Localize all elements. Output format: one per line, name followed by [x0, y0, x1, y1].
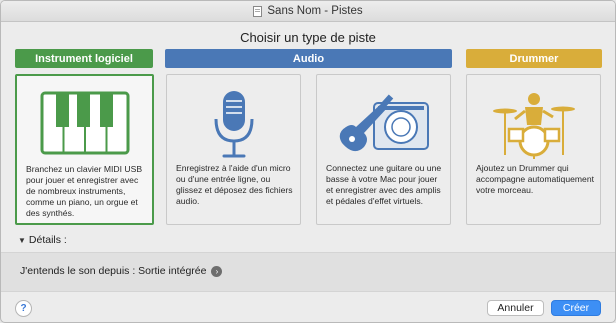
card-audio-guitar-text: Connectez une guitare ou une basse à vot… [326, 163, 442, 206]
category-drummer-label: Drummer [466, 49, 602, 68]
sound-output-panel: J'entends le son depuis : Sortie intégré… [1, 252, 615, 292]
category-instrument-label: Instrument logiciel [15, 49, 153, 68]
guitar-amp-icon [339, 94, 429, 152]
create-button[interactable]: Créer [551, 300, 601, 316]
card-audio-guitar[interactable]: Connectez une guitare ou une basse à vot… [316, 74, 451, 225]
arrow-right-circle-icon[interactable]: › [211, 265, 223, 277]
card-drummer-text: Ajoutez un Drummer qui accompagne automa… [476, 163, 595, 195]
category-audio-label: Audio [165, 49, 452, 68]
card-software-instrument-text: Branchez un clavier MIDI USB pour jouer … [26, 164, 143, 218]
window-title: Sans Nom - Pistes [267, 5, 363, 17]
sound-output-label: J'entends le son depuis : Sortie intégré… [20, 265, 207, 277]
piano-keys-icon [40, 91, 129, 155]
card-software-instrument[interactable]: Branchez un clavier MIDI USB pour jouer … [15, 74, 154, 225]
drummer-kit-icon [492, 93, 575, 159]
help-button[interactable]: ? [15, 300, 32, 317]
dialog-heading: Choisir un type de piste [240, 30, 376, 45]
card-drummer[interactable]: Ajoutez un Drummer qui accompagne automa… [466, 74, 601, 225]
microphone-icon [214, 91, 253, 158]
card-audio-microphone-text: Enregistrez à l'aide d'un micro ou d'une… [176, 163, 293, 206]
title-bar: Sans Nom - Pistes [1, 1, 615, 22]
details-label: Détails : [28, 234, 67, 246]
disclosure-triangle-icon: ▼ [18, 235, 26, 245]
cancel-button[interactable]: Annuler [487, 300, 544, 316]
new-track-dialog: Sans Nom - Pistes Choisir un type de pis… [0, 0, 616, 323]
details-disclosure[interactable]: ▼ Détails : [18, 234, 67, 246]
document-icon [253, 5, 263, 17]
card-audio-microphone[interactable]: Enregistrez à l'aide d'un micro ou d'une… [166, 74, 301, 225]
